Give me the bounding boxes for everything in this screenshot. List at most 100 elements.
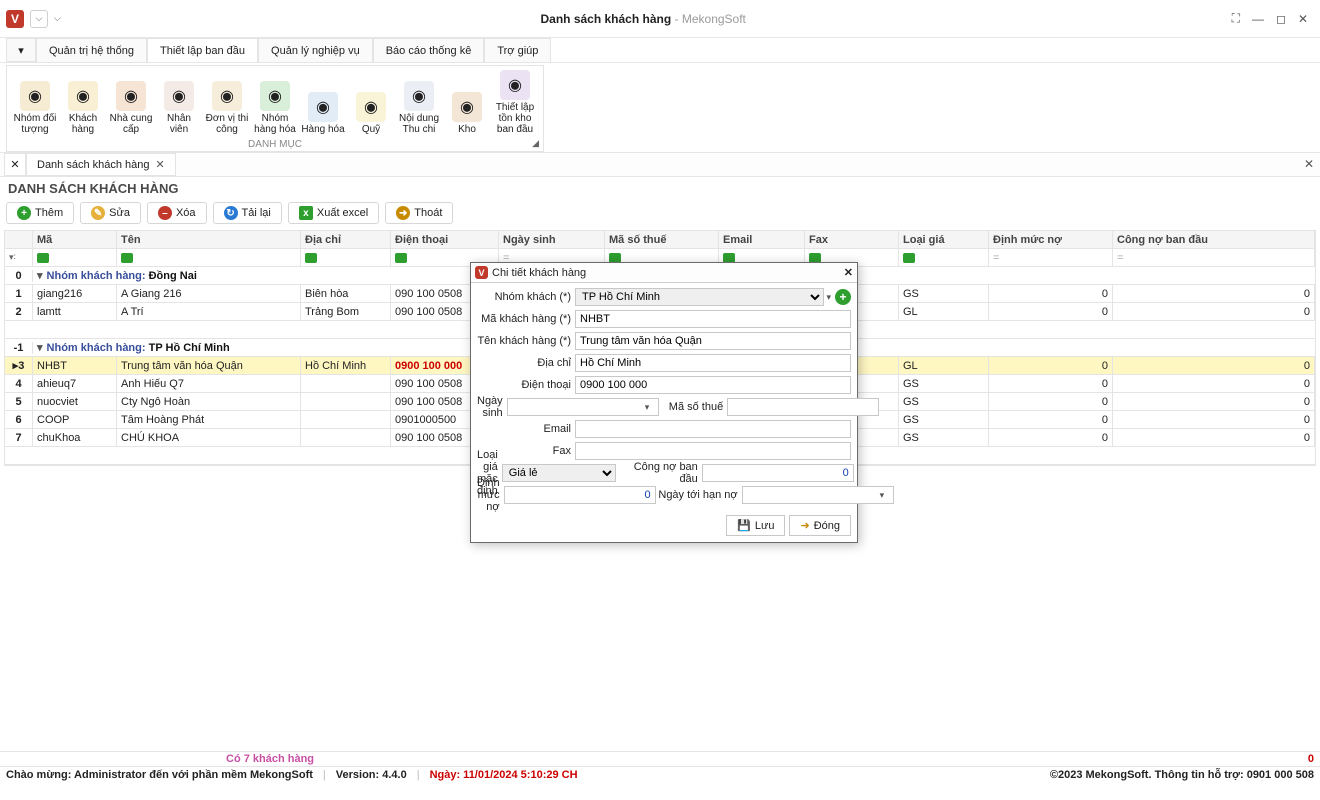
dialog-titlebar[interactable]: V Chi tiết khách hàng ✕ bbox=[471, 263, 857, 283]
file-menu-button[interactable]: ▾ bbox=[6, 38, 36, 62]
tab-close-all[interactable]: ✕ bbox=[4, 153, 26, 176]
ribbon-label: Quỹ bbox=[362, 124, 380, 135]
col-email[interactable]: Email bbox=[719, 231, 805, 249]
col-ngaysinh[interactable]: Ngày sinh bbox=[499, 231, 605, 249]
close-icon[interactable]: ✕ bbox=[1292, 12, 1314, 26]
status-welcome: Chào mừng: Administrator đến với phần mề… bbox=[6, 769, 313, 781]
quickaccess-dropdown[interactable]: ⌵ bbox=[30, 10, 48, 28]
menu-tab-1[interactable]: Thiết lập ban đầu bbox=[147, 38, 258, 62]
lbl-dinhmucno: Định mức nợ bbox=[477, 477, 504, 513]
grid-total-label: Có 7 khách hàng bbox=[226, 753, 314, 765]
col-masothue[interactable]: Mã số thuế bbox=[605, 231, 719, 249]
add-group-button[interactable]: + bbox=[835, 289, 851, 305]
input-makhach[interactable] bbox=[575, 310, 851, 328]
ribbon-icon: ◉ bbox=[212, 81, 242, 111]
date-caret-icon[interactable]: ▾ bbox=[645, 402, 650, 413]
ribbon-icon: ◉ bbox=[20, 81, 50, 111]
input-masothue[interactable] bbox=[727, 398, 879, 416]
ribbon-label: Nội dung Thu chi bbox=[397, 113, 441, 135]
export-excel-button[interactable]: xXuất excel bbox=[288, 202, 379, 224]
dialog-close-icon[interactable]: ✕ bbox=[844, 266, 853, 279]
lbl-diachi: Địa chỉ bbox=[477, 357, 575, 369]
status-version: Version: 4.4.0 bbox=[336, 769, 407, 781]
ribbon: ◉Nhóm đối tượng◉Khách hàng◉Nhà cung cấp◉… bbox=[0, 63, 1320, 153]
col-ten[interactable]: Tên bbox=[117, 231, 301, 249]
col-diachi[interactable]: Địa chỉ bbox=[301, 231, 391, 249]
input-loaigia[interactable]: Giá lẻ bbox=[502, 464, 616, 482]
input-dinhmucno[interactable] bbox=[504, 486, 656, 504]
ribbon-item-9[interactable]: ◉Kho bbox=[443, 68, 491, 137]
date2-caret-icon[interactable]: ▾ bbox=[880, 490, 885, 501]
col-dienthoai[interactable]: Điện thoại bbox=[391, 231, 499, 249]
col-congno[interactable]: Công nợ ban đầu bbox=[1113, 231, 1315, 249]
status-copyright: ©2023 MekongSoft. Thông tin hỗ trợ: 0901… bbox=[1050, 769, 1314, 781]
input-ngaysinh[interactable] bbox=[507, 398, 659, 416]
ribbon-group-danhmuc: ◉Nhóm đối tượng◉Khách hàng◉Nhà cung cấp◉… bbox=[6, 65, 544, 152]
titlebar: V ⌵ ⌵ Danh sách khách hàng - MekongSoft … bbox=[0, 0, 1320, 38]
input-tenkhach[interactable] bbox=[575, 332, 851, 350]
dropdown-caret-icon[interactable]: ▾ bbox=[826, 292, 831, 303]
delete-button[interactable]: –Xóa bbox=[147, 202, 207, 224]
window-title: Danh sách khách hàng bbox=[540, 12, 671, 26]
input-ngaytoihan[interactable] bbox=[742, 486, 894, 504]
exit-button[interactable]: ➜Thoát bbox=[385, 202, 453, 224]
input-dienthoai[interactable] bbox=[575, 376, 851, 394]
ribbon-item-2[interactable]: ◉Nhà cung cấp bbox=[107, 68, 155, 137]
ribbon-label: Thiết lập tồn kho ban đầu bbox=[493, 102, 537, 135]
quickaccess-more[interactable]: ⌵ bbox=[54, 10, 61, 28]
tab-customers[interactable]: Danh sách khách hàng ✕ bbox=[26, 153, 176, 176]
edit-button[interactable]: ✎Sửa bbox=[80, 202, 141, 224]
menu-tab-4[interactable]: Trợ giúp bbox=[484, 38, 551, 62]
lbl-ngaysinh: Ngày sinh bbox=[477, 395, 507, 419]
ribbon-item-7[interactable]: ◉Quỹ bbox=[347, 68, 395, 137]
menu-tab-0[interactable]: Quản trị hệ thống bbox=[36, 38, 147, 62]
ribbon-item-3[interactable]: ◉Nhân viên bbox=[155, 68, 203, 137]
filter-loaigia[interactable] bbox=[899, 249, 989, 267]
fullscreen-icon[interactable]: ⛶ bbox=[1226, 11, 1246, 26]
filter-ten[interactable] bbox=[117, 249, 301, 267]
status-date: Ngày: 11/01/2024 5:10:29 CH bbox=[430, 769, 578, 781]
app-logo: V bbox=[6, 10, 24, 28]
page-title: DANH SÁCH KHÁCH HÀNG bbox=[0, 177, 1320, 200]
col-ma[interactable]: Mã bbox=[33, 231, 117, 249]
add-button[interactable]: +Thêm bbox=[6, 202, 74, 224]
dialog-close-button[interactable]: ➜Đóng bbox=[789, 515, 851, 536]
ribbon-icon: ◉ bbox=[260, 81, 290, 111]
ribbon-group-expand-icon[interactable]: ◢ bbox=[532, 138, 539, 149]
col-fax[interactable]: Fax bbox=[805, 231, 899, 249]
filter-ma[interactable] bbox=[33, 249, 117, 267]
minimize-icon[interactable]: — bbox=[1246, 12, 1270, 26]
statusbar: Chào mừng: Administrator đến với phần mề… bbox=[0, 766, 1320, 782]
input-nhomkhach[interactable]: TP Hồ Chí Minh bbox=[575, 288, 824, 306]
ribbon-item-5[interactable]: ◉Nhóm hàng hóa bbox=[251, 68, 299, 137]
filter-diachi[interactable] bbox=[301, 249, 391, 267]
input-email[interactable] bbox=[575, 420, 851, 438]
menu-tab-3[interactable]: Báo cáo thống kê bbox=[373, 38, 485, 62]
ribbon-item-8[interactable]: ◉Nội dung Thu chi bbox=[395, 68, 443, 137]
dialog-title: Chi tiết khách hàng bbox=[492, 267, 586, 279]
maximize-icon[interactable]: ◻ bbox=[1270, 12, 1292, 26]
ribbon-icon: ◉ bbox=[404, 81, 434, 111]
col-loaigia[interactable]: Loại giá bbox=[899, 231, 989, 249]
input-fax[interactable] bbox=[575, 442, 851, 460]
filter-dinhmucno[interactable]: = bbox=[989, 249, 1113, 267]
input-diachi[interactable] bbox=[575, 354, 851, 372]
ribbon-label: Hàng hóa bbox=[301, 124, 344, 135]
ribbon-item-1[interactable]: ◉Khách hàng bbox=[59, 68, 107, 137]
tab-customers-close-icon[interactable]: ✕ bbox=[156, 158, 165, 171]
ribbon-item-10[interactable]: ◉Thiết lập tồn kho ban đầu bbox=[491, 68, 539, 137]
close-door-icon: ➜ bbox=[800, 519, 809, 532]
filter-congno[interactable]: = bbox=[1113, 249, 1315, 267]
col-dinhmucno[interactable]: Định mức nợ bbox=[989, 231, 1113, 249]
dialog-logo: V bbox=[475, 266, 488, 279]
reload-button[interactable]: ↻Tải lại bbox=[213, 202, 282, 224]
dialog-save-button[interactable]: 💾Lưu bbox=[726, 515, 785, 536]
ribbon-item-4[interactable]: ◉Đơn vị thi công bbox=[203, 68, 251, 137]
menu-tab-2[interactable]: Quản lý nghiệp vụ bbox=[258, 38, 373, 62]
lbl-congno: Công nợ ban đầu bbox=[616, 461, 702, 485]
tab-area-close-icon[interactable]: ✕ bbox=[1304, 157, 1314, 171]
ribbon-item-0[interactable]: ◉Nhóm đối tượng bbox=[11, 68, 59, 137]
ribbon-group-label: DANH MỤC bbox=[7, 139, 543, 150]
ribbon-item-6[interactable]: ◉Hàng hóa bbox=[299, 68, 347, 137]
input-congno[interactable] bbox=[702, 464, 854, 482]
